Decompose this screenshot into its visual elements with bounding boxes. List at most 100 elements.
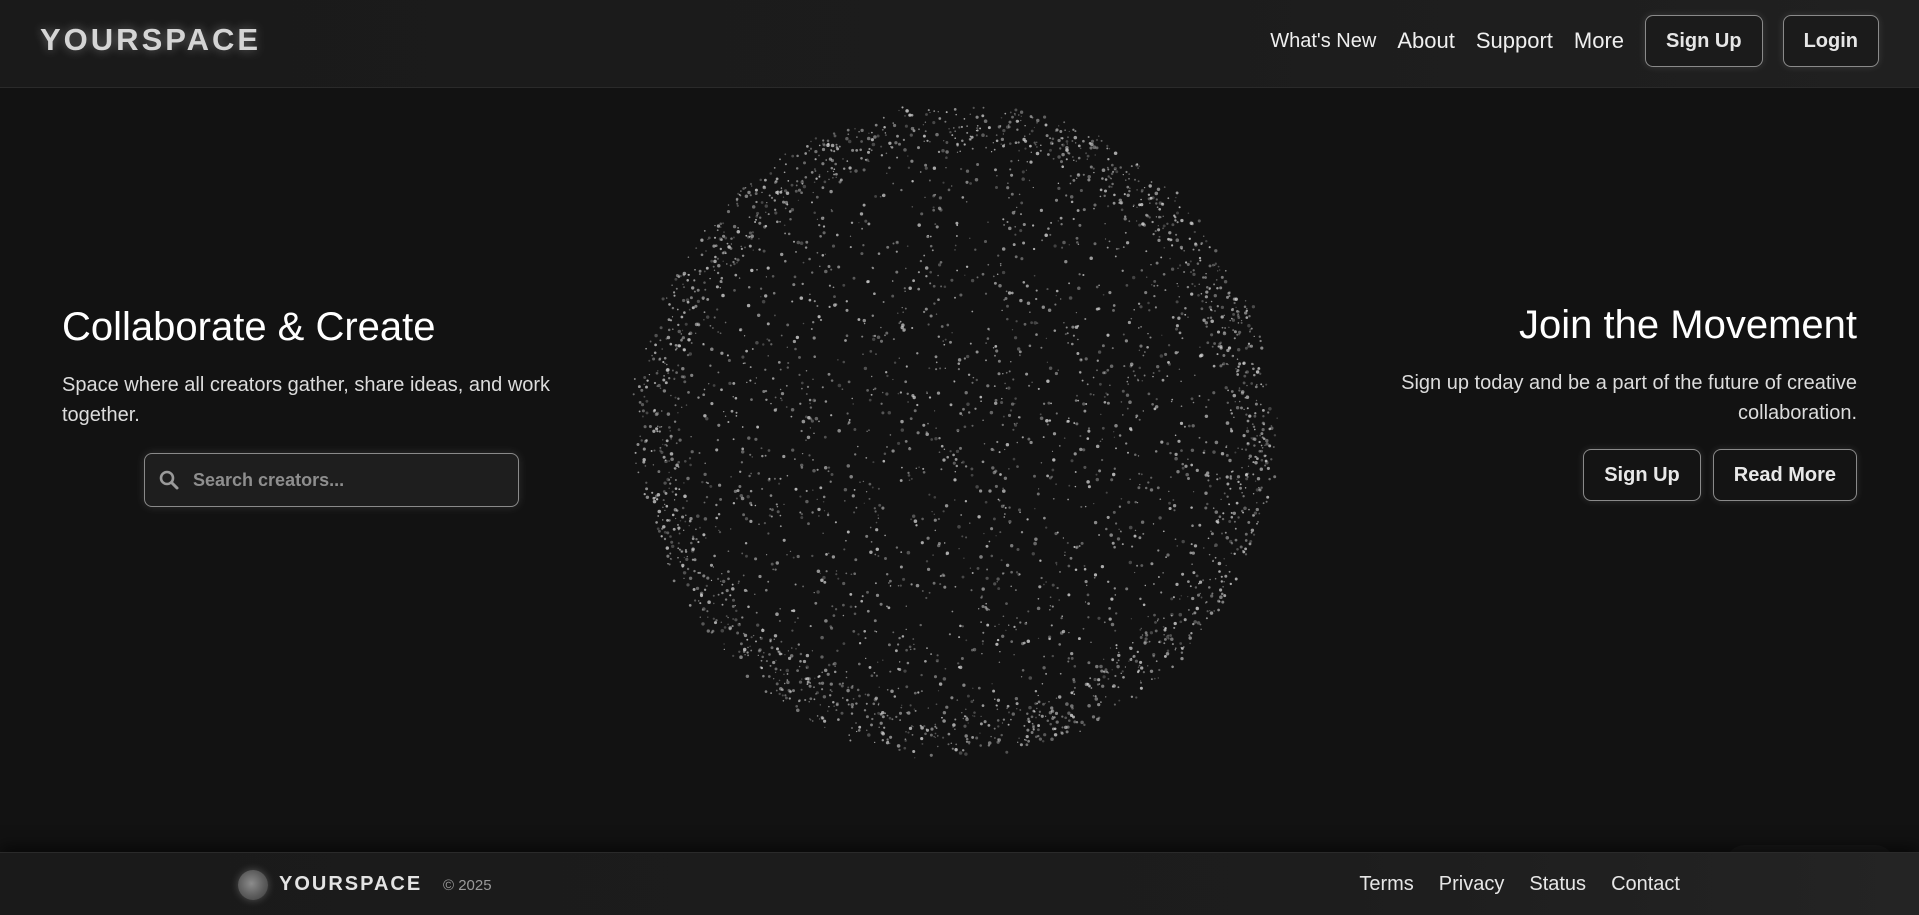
- particle-dot: [808, 298, 812, 302]
- particle-dot: [1090, 142, 1094, 147]
- particle-dot: [681, 565, 684, 568]
- particle-dot: [1036, 492, 1040, 496]
- particle-dot: [1130, 317, 1133, 320]
- particle-dot: [1073, 693, 1076, 696]
- particle-dot: [734, 396, 738, 400]
- particle-dot: [768, 514, 772, 517]
- particle-dot: [874, 553, 877, 556]
- particle-dot: [852, 698, 855, 700]
- footer-link-terms[interactable]: Terms: [1359, 873, 1413, 896]
- particle-dot: [1014, 108, 1018, 112]
- nav-link-more[interactable]: More: [1574, 28, 1624, 54]
- particle-dot: [1179, 598, 1181, 600]
- particle-dot: [1018, 354, 1021, 357]
- particle-dot: [636, 443, 640, 446]
- search-input[interactable]: [191, 468, 491, 492]
- particle-dot: [673, 420, 677, 423]
- particle-dot: [1210, 309, 1213, 312]
- particle-dot: [1065, 158, 1068, 161]
- particle-dot: [1003, 298, 1006, 301]
- particle-dot: [1176, 282, 1178, 285]
- particle-dot: [1200, 307, 1204, 311]
- header-sign-up-button[interactable]: Sign Up: [1645, 15, 1763, 67]
- particle-dot: [761, 299, 766, 304]
- particle-dot: [1095, 473, 1098, 476]
- particle-dot: [871, 131, 873, 134]
- particle-dot: [694, 304, 698, 308]
- particle-dot: [1028, 676, 1033, 680]
- footer-link-contact[interactable]: Contact: [1611, 873, 1680, 896]
- particle-dot: [979, 732, 981, 734]
- particle-dot: [849, 605, 853, 609]
- nav-link-about[interactable]: About: [1397, 28, 1455, 54]
- particle-dot: [961, 196, 965, 199]
- particle-dot: [780, 397, 782, 399]
- particle-dot: [1177, 267, 1179, 270]
- particle-dot: [811, 511, 814, 514]
- particle-dot: [1106, 246, 1109, 249]
- particle-dot: [671, 544, 675, 549]
- particle-dot: [1097, 616, 1101, 620]
- particle-dot: [776, 647, 779, 651]
- particle-dot: [917, 287, 921, 291]
- footer-links: Terms Privacy Status Contact: [1334, 873, 1680, 896]
- header-login-button[interactable]: Login: [1782, 15, 1879, 67]
- particle-dot: [785, 668, 790, 673]
- particle-dot: [822, 142, 826, 146]
- particle-dot: [858, 130, 860, 133]
- particle-dot: [700, 592, 703, 596]
- particle-dot: [1155, 397, 1158, 401]
- particle-dot: [963, 143, 966, 146]
- particle-dot: [1207, 537, 1210, 540]
- particle-dot: [944, 120, 947, 123]
- particle-dot: [706, 315, 710, 319]
- particle-dot: [1111, 347, 1114, 350]
- particle-dot: [975, 350, 979, 354]
- particle-dot: [852, 403, 854, 405]
- particle-dot: [874, 510, 877, 513]
- particle-dot: [1059, 631, 1064, 635]
- nav-link-whats-new[interactable]: What's New: [1270, 30, 1376, 53]
- particle-dot: [1168, 231, 1172, 235]
- particle-dot: [990, 554, 994, 558]
- particle-dot: [656, 430, 659, 433]
- footer-brand-logo[interactable]: YOURSPACE: [279, 873, 422, 896]
- particle-dot: [1256, 435, 1258, 437]
- particle-dot: [707, 616, 709, 618]
- particle-dot: [1216, 521, 1220, 524]
- particle-dot: [802, 261, 805, 264]
- particle-dot: [730, 409, 734, 413]
- footer-link-privacy[interactable]: Privacy: [1439, 873, 1505, 896]
- hero-sign-up-button[interactable]: Sign Up: [1583, 449, 1701, 501]
- particle-dot: [1036, 118, 1040, 123]
- particle-dot: [946, 323, 950, 327]
- particle-dot: [677, 556, 679, 559]
- particle-dot: [1028, 384, 1031, 387]
- particle-dot: [883, 726, 886, 729]
- particle-dot: [1168, 490, 1170, 493]
- particle-dot: [1036, 606, 1041, 611]
- nav-link-support[interactable]: Support: [1476, 28, 1553, 54]
- particle-dot: [981, 587, 985, 591]
- particle-dot: [818, 174, 821, 176]
- particle-dot: [1020, 257, 1024, 261]
- particle-dot: [1254, 461, 1258, 465]
- read-more-button[interactable]: Read More: [1712, 449, 1857, 501]
- search-box[interactable]: [144, 453, 519, 507]
- particle-dot: [1183, 618, 1187, 622]
- particle-dot: [826, 139, 830, 143]
- particle-dot: [1059, 147, 1062, 150]
- particle-dot: [1154, 191, 1159, 196]
- particle-dot: [738, 277, 741, 279]
- particle-dot: [1026, 518, 1029, 521]
- particle-dot: [1065, 702, 1069, 706]
- particle-dot: [735, 415, 738, 417]
- particle-dot: [1122, 246, 1125, 248]
- particle-dot: [1227, 503, 1231, 506]
- particle-dot: [709, 277, 711, 280]
- footer-link-status[interactable]: Status: [1529, 873, 1586, 896]
- particle-dot: [1142, 354, 1145, 357]
- particle-dot: [661, 348, 663, 350]
- particle-dot: [739, 470, 742, 473]
- brand-logo[interactable]: YOURSPACE: [40, 22, 261, 58]
